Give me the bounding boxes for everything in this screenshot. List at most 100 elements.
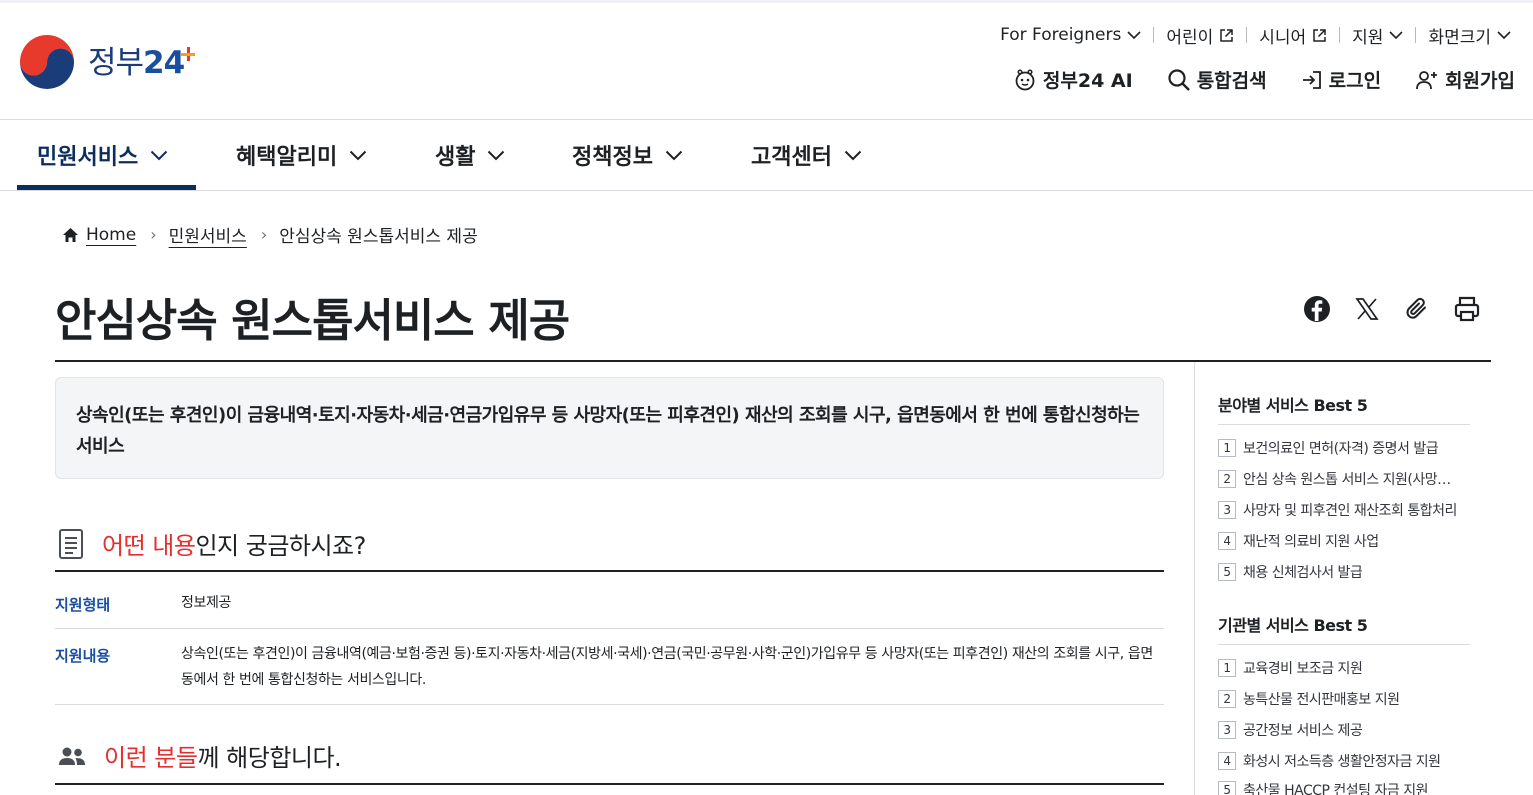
- sidebar-item-label: 축산물 HACCP 컨설팅 자금 지원: [1243, 783, 1428, 795]
- sidebar-item-label: 재난적 의료비 지원 사업: [1243, 534, 1379, 550]
- sidebar-item-label: 교육경비 보조금 지원: [1243, 661, 1363, 677]
- sidebar-org-item[interactable]: 4 화성시 저소득층 생활안정자금 지원: [1218, 751, 1458, 771]
- copy-link-button[interactable]: [1401, 293, 1433, 325]
- sidebar-divider: [1194, 362, 1195, 795]
- ai-label: 정부24 AI: [1042, 70, 1133, 92]
- rank-number: 5: [1218, 563, 1236, 581]
- util-children[interactable]: 어린이: [1154, 22, 1246, 48]
- sidebar-item-label: 보건의료인 면허(자격) 증명서 발급: [1243, 441, 1439, 457]
- nav-label: 생활: [435, 145, 476, 170]
- nav-life[interactable]: 생활: [435, 120, 505, 190]
- row-divider: [55, 704, 1164, 705]
- sidebar-item-label: 사망자 및 피후견인 재산조회 통합처리: [1243, 503, 1457, 519]
- header-tools: 정부24 AI 통합검색 로그인 회원가입: [979, 66, 1515, 93]
- sidebar-item-label: 농특산물 전시판매홍보 지원: [1243, 692, 1400, 708]
- section-heading-target: 이런 분들 께 해당합니다.: [58, 738, 342, 773]
- nav-label: 민원서비스: [37, 145, 139, 170]
- chevron-down-icon: [665, 150, 683, 160]
- signup-button[interactable]: 회원가입: [1415, 66, 1515, 93]
- nav-label: 고객센터: [751, 145, 832, 170]
- login-label: 로그인: [1328, 70, 1382, 92]
- sidebar-field-item[interactable]: 1 보건의료인 면허(자격) 증명서 발급: [1218, 438, 1458, 458]
- ai-assistant-button[interactable]: 정부24 AI: [1013, 66, 1133, 93]
- nav-active-indicator: [17, 185, 196, 190]
- sidebar-title-rule: [1218, 424, 1470, 425]
- logo-number: 24: [143, 44, 185, 81]
- row-value-support-type: 정보제공: [181, 595, 231, 611]
- rank-number: 4: [1218, 752, 1236, 770]
- sidebar-org-item[interactable]: 2 농특산물 전시판매홍보 지원: [1218, 689, 1458, 709]
- sidebar-item-label: 공간정보 서비스 제공: [1243, 723, 1363, 739]
- rank-number: 1: [1218, 659, 1236, 677]
- facebook-icon: [1304, 296, 1330, 322]
- title-divider: [55, 360, 1491, 362]
- sidebar-field-item[interactable]: 3 사망자 및 피후견인 재산조회 통합처리: [1218, 500, 1458, 520]
- sidebar-item-label: 안심 상속 원스톱 서비스 지원(사망자 재산조회): [1243, 472, 1458, 488]
- facebook-share-button[interactable]: [1301, 293, 1333, 325]
- sidebar-item-label: 화성시 저소득층 생활안정자금 지원: [1243, 754, 1441, 770]
- home-icon: [63, 227, 78, 242]
- sidebar-field-item[interactable]: 4 재난적 의료비 지원 사업: [1218, 531, 1458, 551]
- logo-text: 정부: [88, 44, 144, 81]
- row-label-support-type: 지원형태: [55, 596, 111, 614]
- section-title-rest: 인지 궁금하시죠?: [195, 532, 366, 560]
- section-heading-content: 어떤 내용 인지 궁금하시죠?: [58, 526, 366, 561]
- x-logo-icon: [1355, 298, 1379, 320]
- print-button[interactable]: [1451, 293, 1483, 325]
- breadcrumb-separator: ›: [150, 225, 157, 244]
- chevron-down-icon: [1127, 30, 1141, 39]
- nav-customer-center[interactable]: 고객센터: [751, 120, 862, 190]
- rank-number: 5: [1218, 781, 1236, 795]
- rank-number: 2: [1218, 470, 1236, 488]
- external-link-icon: [1313, 28, 1326, 42]
- sidebar-org-item[interactable]: 3 공간정보 서비스 제공: [1218, 720, 1458, 740]
- logo-plus-icon: [181, 46, 196, 61]
- util-senior[interactable]: 시니어: [1247, 22, 1339, 48]
- breadcrumb-separator: ›: [260, 225, 268, 244]
- people-icon: [59, 747, 85, 765]
- row-label-support-content: 지원내용: [55, 647, 111, 665]
- printer-icon: [1454, 296, 1480, 322]
- summary-text-line: 상속인(또는 후견인)이 금융내역·토지·자동차·세금·연금가입유무 등 사망자…: [76, 405, 1140, 426]
- sidebar-title-rule: [1218, 644, 1470, 645]
- chevron-down-icon: [1497, 30, 1511, 39]
- search-label: 통합검색: [1196, 70, 1267, 92]
- breadcrumb-current: 안심상속 원스톱서비스 제공: [279, 227, 478, 247]
- nav-benefits-alert[interactable]: 혜택알리미: [236, 120, 367, 190]
- rank-number: 3: [1218, 721, 1236, 739]
- breadcrumb-home[interactable]: Home: [86, 225, 136, 245]
- rank-number: 1: [1218, 439, 1236, 457]
- util-label: 지원: [1352, 27, 1384, 48]
- signup-label: 회원가입: [1445, 70, 1515, 92]
- ai-bot-icon: [1015, 68, 1035, 90]
- document-icon: [59, 528, 83, 559]
- row-value-support-content: 상속인(또는 후견인)이 금융내역(예금·보험·증권 등)·토지·자동차·세금(…: [181, 646, 1153, 688]
- add-user-icon: [1416, 70, 1438, 89]
- sidebar-field-item[interactable]: 5 채용 신체검사서 발급: [1218, 562, 1458, 582]
- sidebar-field-item[interactable]: 2 안심 상속 원스톱 서비스 지원(사망자 재산조회): [1218, 469, 1458, 489]
- rank-number: 3: [1218, 501, 1236, 519]
- util-for-foreigners[interactable]: For Foreigners: [988, 22, 1153, 48]
- util-screen-size[interactable]: 화면크기: [1416, 22, 1523, 48]
- x-share-button[interactable]: [1351, 293, 1383, 325]
- rank-number: 4: [1218, 532, 1236, 550]
- rank-number: 2: [1218, 690, 1236, 708]
- summary-text-line: 서비스: [76, 436, 125, 457]
- sidebar-org-item[interactable]: 5 축산물 HACCP 컨설팅 자금 지원: [1218, 780, 1458, 795]
- chevron-down-icon: [349, 150, 367, 160]
- breadcrumb: Home › 민원서비스 › 안심상속 원스톱서비스 제공: [62, 222, 478, 247]
- page-title: 안심상속 원스톱서비스 제공: [55, 294, 570, 347]
- breadcrumb-civil-services[interactable]: 민원서비스: [169, 222, 247, 247]
- sidebar-org-item[interactable]: 1 교육경비 보조금 지원: [1218, 658, 1458, 678]
- nav-policy-info[interactable]: 정책정보: [572, 120, 683, 190]
- share-toolbar: [1283, 293, 1483, 325]
- login-button[interactable]: 로그인: [1301, 66, 1381, 93]
- nav-civil-services[interactable]: 민원서비스: [37, 120, 168, 190]
- integrated-search-button[interactable]: 통합검색: [1167, 66, 1267, 93]
- util-support[interactable]: 지원: [1340, 22, 1415, 48]
- site-logo[interactable]: 정부24: [16, 32, 198, 90]
- util-label: For Foreigners: [1000, 25, 1122, 45]
- section-title-rest: 께 해당합니다.: [197, 744, 342, 772]
- sidebar-item-label: 채용 신체검사서 발급: [1243, 565, 1363, 581]
- chevron-down-icon: [488, 150, 505, 160]
